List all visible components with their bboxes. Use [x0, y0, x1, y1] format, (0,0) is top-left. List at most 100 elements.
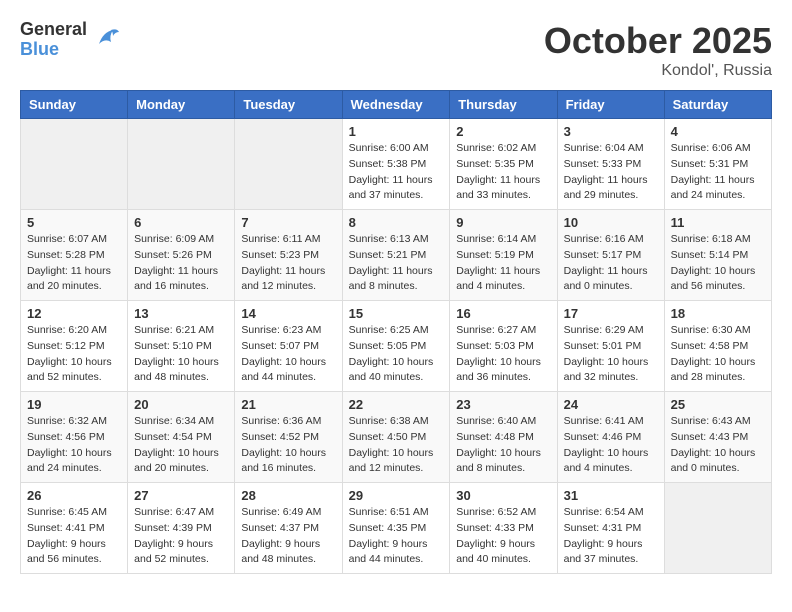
day-number: 29	[349, 488, 444, 503]
day-info: Sunrise: 6:16 AMSunset: 5:17 PMDaylight:…	[564, 232, 658, 295]
day-number: 21	[241, 397, 335, 412]
calendar-cell: 18 Sunrise: 6:30 AMSunset: 4:58 PMDayligh…	[664, 301, 771, 392]
calendar-cell: 22 Sunrise: 6:38 AMSunset: 4:50 PMDayligh…	[342, 392, 450, 483]
day-number: 8	[349, 215, 444, 230]
calendar-week-5: 26 Sunrise: 6:45 AMSunset: 4:41 PMDayligh…	[21, 483, 772, 574]
weekday-header-tuesday: Tuesday	[235, 91, 342, 119]
calendar-table: SundayMondayTuesdayWednesdayThursdayFrid…	[20, 90, 772, 574]
day-number: 30	[456, 488, 550, 503]
calendar-cell: 25 Sunrise: 6:43 AMSunset: 4:43 PMDayligh…	[664, 392, 771, 483]
calendar-week-2: 5 Sunrise: 6:07 AMSunset: 5:28 PMDaylight…	[21, 210, 772, 301]
calendar-cell: 11Sunrise: 6:18 AMSunset: 5:14 PMDayligh…	[664, 210, 771, 301]
day-info: Sunrise: 6:47 AMSunset: 4:39 PMDaylight:…	[134, 505, 228, 568]
location-title: Kondol', Russia	[544, 62, 772, 80]
calendar-cell: 28 Sunrise: 6:49 AMSunset: 4:37 PMDayligh…	[235, 483, 342, 574]
day-number: 7	[241, 215, 335, 230]
day-number: 12	[27, 306, 121, 321]
calendar-cell	[664, 483, 771, 574]
day-info: Sunrise: 6:13 AMSunset: 5:21 PMDaylight:…	[349, 232, 444, 295]
day-number: 31	[564, 488, 658, 503]
day-info: Sunrise: 6:14 AMSunset: 5:19 PMDaylight:…	[456, 232, 550, 295]
day-info: Sunrise: 6:32 AMSunset: 4:56 PMDaylight:…	[27, 414, 121, 477]
day-number: 3	[564, 124, 658, 139]
day-number: 10	[564, 215, 658, 230]
logo-general-text: General	[20, 20, 87, 40]
day-number: 27	[134, 488, 228, 503]
day-number: 26	[27, 488, 121, 503]
weekday-header-friday: Friday	[557, 91, 664, 119]
header: General Blue October 2025 Kondol', Russi…	[20, 20, 772, 80]
day-number: 18	[671, 306, 765, 321]
day-number: 28	[241, 488, 335, 503]
day-number: 19	[27, 397, 121, 412]
day-info: Sunrise: 6:02 AMSunset: 5:35 PMDaylight:…	[456, 141, 550, 204]
calendar-cell: 21Sunrise: 6:36 AMSunset: 4:52 PMDayligh…	[235, 392, 342, 483]
weekday-header-thursday: Thursday	[450, 91, 557, 119]
day-info: Sunrise: 6:45 AMSunset: 4:41 PMDaylight:…	[27, 505, 121, 568]
calendar-cell	[235, 119, 342, 210]
calendar-cell: 19 Sunrise: 6:32 AMSunset: 4:56 PMDayligh…	[21, 392, 128, 483]
day-number: 16	[456, 306, 550, 321]
day-info: Sunrise: 6:29 AMSunset: 5:01 PMDaylight:…	[564, 323, 658, 386]
day-number: 17	[564, 306, 658, 321]
weekday-header-wednesday: Wednesday	[342, 91, 450, 119]
day-info: Sunrise: 6:06 AMSunset: 5:31 PMDaylight:…	[671, 141, 765, 204]
logo: General Blue	[20, 20, 121, 60]
day-info: Sunrise: 6:27 AMSunset: 5:03 PMDaylight:…	[456, 323, 550, 386]
calendar-cell: 2 Sunrise: 6:02 AMSunset: 5:35 PMDaylight…	[450, 119, 557, 210]
calendar-cell: 17 Sunrise: 6:29 AMSunset: 5:01 PMDayligh…	[557, 301, 664, 392]
day-info: Sunrise: 6:18 AMSunset: 5:14 PMDaylight:…	[671, 232, 765, 295]
month-title: October 2025	[544, 20, 772, 62]
day-number: 25	[671, 397, 765, 412]
day-number: 13	[134, 306, 228, 321]
calendar-cell: 14Sunrise: 6:23 AMSunset: 5:07 PMDayligh…	[235, 301, 342, 392]
weekday-header-row: SundayMondayTuesdayWednesdayThursdayFrid…	[21, 91, 772, 119]
calendar-cell: 27 Sunrise: 6:47 AMSunset: 4:39 PMDayligh…	[128, 483, 235, 574]
day-info: Sunrise: 6:40 AMSunset: 4:48 PMDaylight:…	[456, 414, 550, 477]
weekday-header-saturday: Saturday	[664, 91, 771, 119]
calendar-cell: 24Sunrise: 6:41 AMSunset: 4:46 PMDayligh…	[557, 392, 664, 483]
calendar-week-4: 19 Sunrise: 6:32 AMSunset: 4:56 PMDayligh…	[21, 392, 772, 483]
title-area: October 2025 Kondol', Russia	[544, 20, 772, 80]
day-number: 5	[27, 215, 121, 230]
calendar-week-3: 12 Sunrise: 6:20 AMSunset: 5:12 PMDayligh…	[21, 301, 772, 392]
day-info: Sunrise: 6:51 AMSunset: 4:35 PMDaylight:…	[349, 505, 444, 568]
calendar-cell: 30 Sunrise: 6:52 AMSunset: 4:33 PMDayligh…	[450, 483, 557, 574]
day-info: Sunrise: 6:30 AMSunset: 4:58 PMDaylight:…	[671, 323, 765, 386]
day-number: 9	[456, 215, 550, 230]
day-info: Sunrise: 6:34 AMSunset: 4:54 PMDaylight:…	[134, 414, 228, 477]
calendar-cell: 3 Sunrise: 6:04 AMSunset: 5:33 PMDaylight…	[557, 119, 664, 210]
day-number: 14	[241, 306, 335, 321]
day-number: 6	[134, 215, 228, 230]
day-info: Sunrise: 6:52 AMSunset: 4:33 PMDaylight:…	[456, 505, 550, 568]
day-info: Sunrise: 6:20 AMSunset: 5:12 PMDaylight:…	[27, 323, 121, 386]
day-info: Sunrise: 6:21 AMSunset: 5:10 PMDaylight:…	[134, 323, 228, 386]
calendar-week-1: 1 Sunrise: 6:00 AMSunset: 5:38 PMDaylight…	[21, 119, 772, 210]
day-info: Sunrise: 6:49 AMSunset: 4:37 PMDaylight:…	[241, 505, 335, 568]
calendar-cell: 23Sunrise: 6:40 AMSunset: 4:48 PMDayligh…	[450, 392, 557, 483]
day-number: 2	[456, 124, 550, 139]
calendar-cell: 9 Sunrise: 6:14 AMSunset: 5:19 PMDaylight…	[450, 210, 557, 301]
day-number: 22	[349, 397, 444, 412]
calendar-cell: 13 Sunrise: 6:21 AMSunset: 5:10 PMDayligh…	[128, 301, 235, 392]
logo-bird-icon	[91, 22, 121, 57]
day-number: 20	[134, 397, 228, 412]
calendar-cell: 26 Sunrise: 6:45 AMSunset: 4:41 PMDayligh…	[21, 483, 128, 574]
calendar-cell: 15Sunrise: 6:25 AMSunset: 5:05 PMDayligh…	[342, 301, 450, 392]
day-info: Sunrise: 6:43 AMSunset: 4:43 PMDaylight:…	[671, 414, 765, 477]
day-number: 1	[349, 124, 444, 139]
weekday-header-monday: Monday	[128, 91, 235, 119]
day-info: Sunrise: 6:41 AMSunset: 4:46 PMDaylight:…	[564, 414, 658, 477]
calendar-cell	[21, 119, 128, 210]
calendar-cell	[128, 119, 235, 210]
day-info: Sunrise: 6:00 AMSunset: 5:38 PMDaylight:…	[349, 141, 444, 204]
calendar-cell: 7Sunrise: 6:11 AMSunset: 5:23 PMDaylight…	[235, 210, 342, 301]
day-number: 15	[349, 306, 444, 321]
calendar-cell: 8 Sunrise: 6:13 AMSunset: 5:21 PMDaylight…	[342, 210, 450, 301]
day-info: Sunrise: 6:07 AMSunset: 5:28 PMDaylight:…	[27, 232, 121, 295]
calendar-cell: 10 Sunrise: 6:16 AMSunset: 5:17 PMDayligh…	[557, 210, 664, 301]
day-info: Sunrise: 6:04 AMSunset: 5:33 PMDaylight:…	[564, 141, 658, 204]
weekday-header-sunday: Sunday	[21, 91, 128, 119]
day-info: Sunrise: 6:38 AMSunset: 4:50 PMDaylight:…	[349, 414, 444, 477]
day-number: 4	[671, 124, 765, 139]
